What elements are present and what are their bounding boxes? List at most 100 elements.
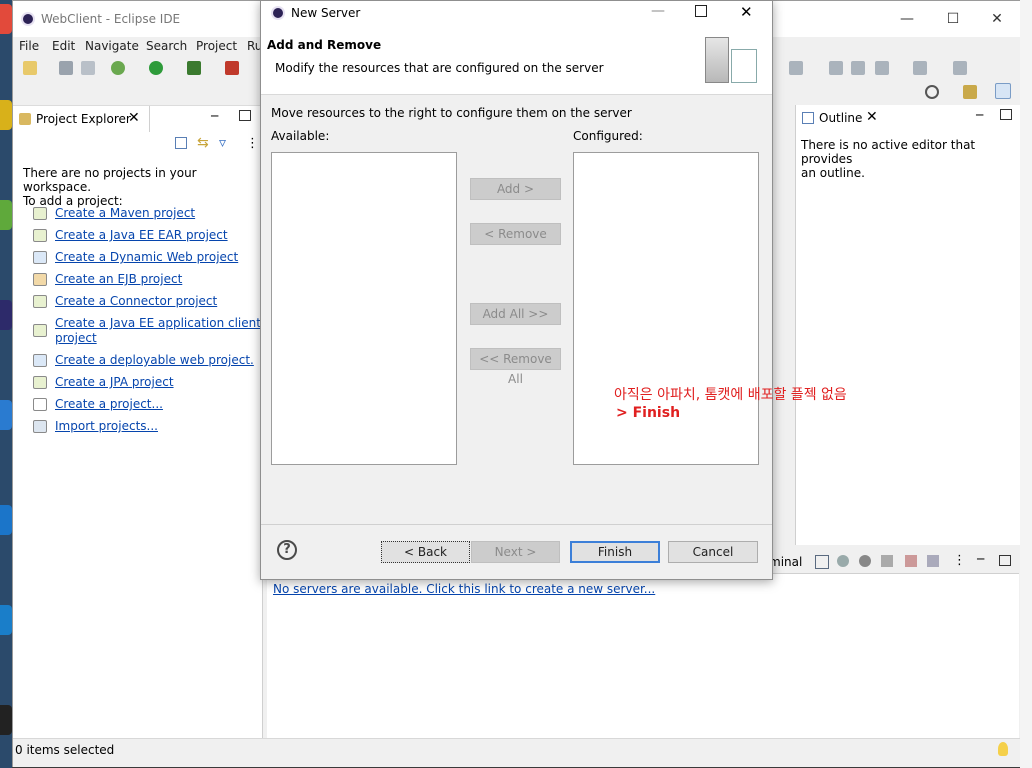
- debug-server-icon[interactable]: [837, 555, 849, 567]
- coverage-icon[interactable]: [187, 61, 201, 75]
- project-explorer-icon: [19, 113, 31, 125]
- remove-all-button[interactable]: << Remove All: [470, 348, 561, 386]
- desktop-app-icon[interactable]: [0, 505, 12, 535]
- minimize-icon[interactable]: —: [651, 3, 665, 19]
- tab-outline[interactable]: Outline: [819, 111, 862, 125]
- view-menu-icon[interactable]: ⋮: [246, 136, 259, 151]
- cancel-button[interactable]: Cancel: [668, 541, 758, 563]
- close-icon[interactable]: ✕: [740, 3, 753, 21]
- create-ear-project-link[interactable]: Create a Java EE EAR project: [55, 228, 228, 243]
- outline-message: There is no active editor that provides …: [801, 138, 1016, 180]
- debug-icon[interactable]: [111, 61, 125, 75]
- header-title: Add and Remove: [267, 38, 382, 52]
- toolbar-icon[interactable]: [829, 61, 843, 75]
- eclipse-logo-icon: [271, 6, 285, 20]
- project-explorer-view: Project Explorer ✕ ─ ⇆ ▿ ⋮ There are no …: [13, 105, 263, 740]
- import-icon: [33, 420, 47, 433]
- toolbar-icon[interactable]: [953, 61, 967, 75]
- add-button[interactable]: Add >: [470, 178, 561, 200]
- next-button[interactable]: Next >: [471, 541, 560, 563]
- create-project-link[interactable]: Create a project...: [55, 397, 163, 412]
- desktop-icon-strip: [0, 0, 12, 768]
- create-deployable-web-project-link[interactable]: Create a deployable web project.: [55, 353, 254, 368]
- link-with-editor-icon[interactable]: ⇆: [197, 136, 211, 150]
- menu-navigate[interactable]: Navigate: [85, 39, 139, 53]
- close-tab-icon[interactable]: ✕: [128, 110, 140, 126]
- ear-project-icon: [33, 229, 47, 242]
- menu-edit[interactable]: Edit: [52, 39, 75, 53]
- run-icon[interactable]: [149, 61, 163, 75]
- create-maven-project-link[interactable]: Create a Maven project: [55, 206, 195, 221]
- jpa-project-icon: [33, 376, 47, 389]
- stop-server-icon[interactable]: [905, 555, 917, 567]
- outline-icon: [802, 112, 814, 124]
- background-window-edge: [1020, 0, 1032, 768]
- close-tab-icon[interactable]: ✕: [866, 109, 878, 125]
- desktop-app-icon[interactable]: [0, 4, 12, 34]
- desktop-app-icon[interactable]: [0, 705, 12, 735]
- search-icon[interactable]: [925, 85, 939, 99]
- dialog-title: New Server: [291, 6, 361, 20]
- save-all-icon[interactable]: [81, 61, 95, 75]
- maximize-icon[interactable]: [695, 5, 707, 17]
- back-icon[interactable]: [875, 61, 889, 75]
- tab-terminal-fragment[interactable]: minal: [769, 555, 802, 569]
- minimize-icon[interactable]: —: [895, 10, 919, 28]
- create-dynamic-web-project-link[interactable]: Create a Dynamic Web project: [55, 250, 238, 265]
- maximize-view-icon[interactable]: [1000, 109, 1012, 120]
- save-icon[interactable]: [59, 61, 73, 75]
- create-jpa-project-link[interactable]: Create a JPA project: [55, 375, 174, 390]
- view-menu-icon[interactable]: ⋮: [953, 553, 966, 568]
- desktop-app-icon[interactable]: [0, 100, 12, 130]
- tip-lightbulb-icon[interactable]: [998, 742, 1008, 756]
- available-list[interactable]: [271, 152, 457, 465]
- profile-server-icon[interactable]: [881, 555, 893, 567]
- create-app-client-project-link-cont[interactable]: project: [55, 331, 97, 346]
- minimize-view-icon[interactable]: ─: [977, 552, 984, 566]
- new-server-icon[interactable]: [815, 555, 829, 569]
- menu-project[interactable]: Project: [196, 39, 237, 53]
- connector-project-icon: [33, 295, 47, 308]
- maximize-view-icon[interactable]: [239, 110, 251, 121]
- java-ee-perspective-icon[interactable]: [995, 83, 1011, 99]
- maximize-icon[interactable]: ☐: [941, 10, 965, 28]
- tab-project-explorer[interactable]: Project Explorer ✕: [13, 106, 150, 132]
- dynamic-web-project-icon: [33, 251, 47, 264]
- help-icon[interactable]: ?: [277, 540, 297, 560]
- external-tools-icon[interactable]: [225, 61, 239, 75]
- desktop-app-icon[interactable]: [0, 400, 12, 430]
- open-perspective-icon[interactable]: [963, 85, 977, 99]
- back-button[interactable]: < Back: [381, 541, 470, 563]
- toolbar-icon[interactable]: [851, 61, 865, 75]
- start-server-icon[interactable]: [859, 555, 871, 567]
- menu-search[interactable]: Search: [146, 39, 187, 53]
- desktop-app-icon[interactable]: [0, 200, 12, 230]
- desktop-app-icon[interactable]: [0, 605, 12, 635]
- menu-file[interactable]: File: [19, 39, 39, 53]
- desktop-app-icon[interactable]: [0, 300, 12, 330]
- collapse-all-icon[interactable]: [175, 137, 187, 149]
- create-connector-project-link[interactable]: Create a Connector project: [55, 294, 217, 309]
- close-icon[interactable]: ✕: [985, 10, 1009, 28]
- finish-button[interactable]: Finish: [570, 541, 660, 563]
- create-app-client-project-link[interactable]: Create a Java EE application client: [55, 316, 261, 331]
- remove-button[interactable]: < Remove: [470, 223, 561, 245]
- footer-divider: [261, 524, 772, 525]
- minimize-view-icon[interactable]: ─: [211, 109, 218, 123]
- server-tower-icon: [705, 37, 729, 83]
- available-label: Available:: [271, 129, 330, 143]
- filter-icon[interactable]: ▿: [219, 136, 233, 150]
- toolbar-icon[interactable]: [789, 61, 803, 75]
- annotation-finish: > Finish: [616, 405, 681, 421]
- servers-view: No servers are available. Click this lin…: [267, 573, 1019, 738]
- maximize-view-icon[interactable]: [999, 555, 1011, 566]
- forward-icon[interactable]: [913, 61, 927, 75]
- import-projects-link[interactable]: Import projects...: [55, 419, 158, 434]
- new-icon[interactable]: [23, 61, 37, 75]
- minimize-view-icon[interactable]: ─: [976, 108, 983, 122]
- create-ejb-project-link[interactable]: Create an EJB project: [55, 272, 182, 287]
- create-new-server-link[interactable]: No servers are available. Click this lin…: [273, 582, 655, 596]
- add-all-button[interactable]: Add All >>: [470, 303, 561, 325]
- publish-icon[interactable]: [927, 555, 939, 567]
- status-bar: 0 items selected: [13, 738, 1021, 767]
